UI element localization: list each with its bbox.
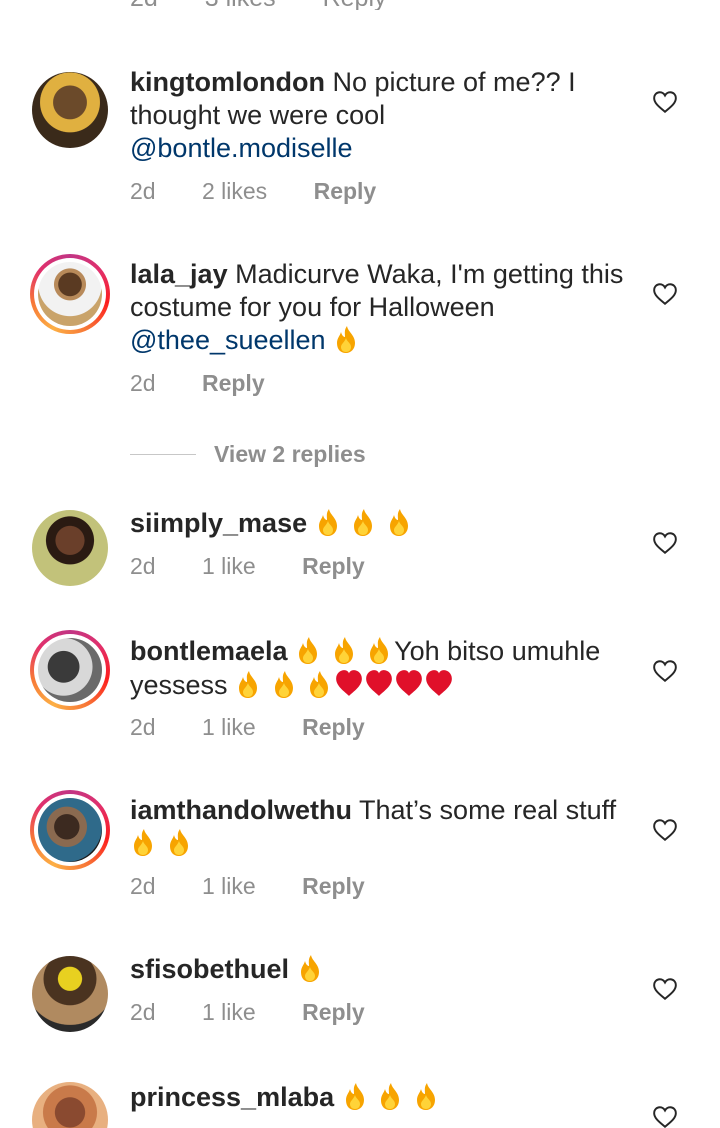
avatar[interactable] — [30, 70, 110, 150]
avatar[interactable] — [30, 630, 110, 710]
comment-meta: 2d 1 like Reply — [130, 714, 405, 741]
avatar[interactable] — [30, 790, 110, 870]
fire-emoji — [416, 1083, 435, 1110]
fire-emoji — [318, 509, 337, 536]
comment-time: 2d — [130, 999, 156, 1025]
fire-emoji — [337, 326, 356, 353]
avatar[interactable] — [30, 1080, 110, 1128]
heart-outline-icon[interactable] — [652, 281, 678, 307]
heart-outline-icon[interactable] — [652, 658, 678, 684]
avatar[interactable] — [30, 954, 110, 1034]
comment-username[interactable]: bontlemaela — [130, 636, 288, 666]
comment-meta: 2d 2 likes Reply — [130, 178, 416, 205]
reply-button[interactable]: Reply — [302, 873, 365, 900]
fire-emoji — [381, 1083, 400, 1110]
heart-outline-icon[interactable] — [652, 1104, 678, 1128]
comment-username[interactable]: princess_mlaba — [130, 1082, 334, 1112]
comment-time: 2d — [130, 714, 156, 740]
comment-text: iamthandolwethu That’s some real stuff — [130, 794, 630, 860]
comment-meta: 2d 1 like Reply — [130, 553, 405, 580]
comment-username[interactable]: lala_jay — [130, 259, 228, 289]
avatar[interactable] — [30, 254, 110, 334]
comment-text: kingtomlondon No picture of me?? I thoug… — [130, 66, 630, 165]
comment-text: lala_jay Madicurve Waka, I'm getting thi… — [130, 258, 630, 357]
comment-likes[interactable]: 1 like — [202, 553, 256, 580]
heart-outline-icon[interactable] — [652, 530, 678, 556]
red-heart-emoji — [366, 670, 392, 696]
comment-text: princess_mlaba — [130, 1081, 630, 1114]
comment-meta: 2d Reply — [130, 370, 305, 397]
comment-time: 2d — [130, 178, 156, 204]
fire-emoji — [299, 637, 318, 664]
mention-link[interactable]: @bontle.modiselle — [130, 133, 353, 163]
comment-meta: 2d 1 like Reply — [130, 873, 405, 900]
comment-likes[interactable]: 3 likes — [205, 0, 276, 10]
fire-emoji — [239, 671, 258, 698]
view-replies-label: View 2 replies — [214, 440, 366, 467]
fire-emoji — [334, 637, 353, 664]
heart-outline-icon[interactable] — [652, 89, 678, 115]
comment-username[interactable]: iamthandolwethu — [130, 795, 352, 825]
divider-line — [130, 453, 196, 455]
avatar[interactable] — [30, 508, 110, 588]
comment-time: 2d — [130, 0, 158, 10]
comment-likes[interactable]: 1 like — [202, 714, 256, 741]
fire-emoji — [310, 671, 329, 698]
fire-emoji — [134, 829, 152, 856]
comment-text: siimply_mase — [130, 507, 630, 540]
reply-button[interactable]: Reply — [302, 714, 365, 741]
fire-emoji — [274, 671, 293, 698]
red-heart-emoji — [396, 670, 422, 696]
comment-likes[interactable]: 1 like — [202, 873, 256, 900]
reply-button[interactable]: Reply — [302, 999, 365, 1026]
comment-time: 2d — [130, 370, 156, 396]
comment-username[interactable]: kingtomlondon — [130, 67, 325, 97]
comment-text: sfisobethuel — [130, 953, 630, 986]
fire-emoji — [345, 1083, 364, 1110]
comment-time: 2d — [130, 553, 156, 579]
reply-button[interactable]: Reply — [314, 178, 377, 205]
reply-button[interactable]: Reply — [302, 553, 365, 580]
heart-outline-icon[interactable] — [652, 976, 678, 1002]
comment-text: bontlemaela Yoh bitso umuhle yessess — [130, 635, 630, 702]
reply-button[interactable]: Reply — [202, 370, 265, 397]
fire-emoji — [370, 637, 389, 664]
comment-likes[interactable]: 1 like — [202, 999, 256, 1026]
comment-likes[interactable]: 2 likes — [202, 178, 267, 205]
reply-button[interactable]: Reply — [323, 0, 387, 10]
previous-comment-meta: 2d 3 likes Reply — [130, 0, 550, 10]
comment-time: 2d — [130, 873, 156, 899]
mention-link[interactable]: @thee_sueellen — [130, 325, 326, 355]
red-heart-emoji — [426, 670, 452, 696]
comment-username[interactable]: siimply_mase — [130, 508, 307, 538]
fire-emoji — [354, 509, 373, 536]
view-replies-button[interactable]: View 2 replies — [130, 439, 366, 469]
comment-body: That’s some real stuff — [359, 795, 617, 825]
comment-username[interactable]: sfisobethuel — [130, 954, 289, 984]
heart-outline-icon[interactable] — [652, 817, 678, 843]
comment-meta: 2d 1 like Reply — [130, 999, 405, 1026]
fire-emoji — [169, 829, 188, 856]
red-heart-emoji — [336, 670, 362, 696]
fire-emoji — [300, 955, 319, 982]
fire-emoji — [389, 509, 408, 536]
